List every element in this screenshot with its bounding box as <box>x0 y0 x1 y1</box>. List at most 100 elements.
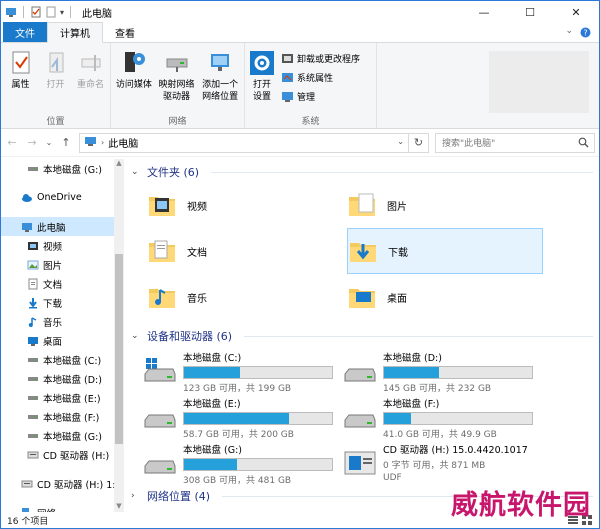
window-title: 此电脑 <box>82 8 113 20</box>
download-icon <box>27 297 39 309</box>
drives-header-label: 设备和驱动器 (6) <box>147 330 233 343</box>
folders-section-header[interactable]: ⌄ 文件夹 (6) <box>131 162 599 182</box>
nav-item-pc[interactable]: 此电脑 <box>1 217 124 236</box>
nav-item-drive[interactable]: 本地磁盘 (E:) <box>1 388 124 407</box>
item-count: 16 个项目 <box>7 516 49 527</box>
collapse-chevron-icon[interactable]: ⌄ <box>131 167 141 177</box>
expand-chevron-icon[interactable]: › <box>131 491 141 501</box>
picture-icon <box>27 259 39 271</box>
folder-label: 文档 <box>187 247 207 259</box>
ribbon-group-network: 访问媒体 映射网络 驱动器 添加一个 网络位置 网络 <box>111 43 245 129</box>
nav-item-label: 本地磁盘 (E:) <box>43 393 101 405</box>
drives-section-header[interactable]: ⌄ 设备和驱动器 (6) <box>131 326 599 346</box>
folder-item[interactable]: 下载 <box>347 228 543 274</box>
cd-drive-icon <box>343 446 377 480</box>
hard-drive-icon <box>343 400 377 434</box>
customize-chevron-icon[interactable]: ▾ <box>60 8 64 17</box>
recent-locations-icon[interactable]: ⌄ <box>45 133 53 153</box>
document-icon <box>27 278 39 290</box>
forward-arrow-icon[interactable]: → <box>25 133 39 153</box>
nav-item-cloud[interactable]: OneDrive <box>1 188 124 207</box>
nav-item-music[interactable]: 音乐 <box>1 312 124 331</box>
folder-item[interactable]: 音乐 <box>147 274 347 320</box>
drive-tile[interactable]: CD 驱动器 (H:) 15.0.4420.1017 0 字节 可用，共 871 … <box>343 438 543 484</box>
nav-scrollbar[interactable]: ▲ ▼ <box>114 159 124 512</box>
tab-file[interactable]: 文件 <box>3 22 47 42</box>
folders-grid: 视频 图片文档 下载 音乐 桌面 <box>147 182 599 320</box>
computer-icon[interactable] <box>5 6 17 18</box>
drive-tile[interactable]: 本地磁盘 (D:) 145 GB 可用，共 232 GB <box>343 346 543 394</box>
system-properties-button[interactable]: 系统属性 <box>281 69 360 85</box>
close-button[interactable]: ✕ <box>553 1 599 23</box>
search-icon <box>578 137 589 151</box>
address-dropdown-icon[interactable]: ⌄ <box>397 137 404 146</box>
desktop-icon <box>27 335 39 347</box>
folder-item[interactable]: 视频 <box>147 182 347 228</box>
folder-label: 桌面 <box>387 293 407 305</box>
scroll-down-icon[interactable]: ▼ <box>114 502 124 512</box>
uninstall-program-button[interactable]: 卸载或更改程序 <box>281 50 360 66</box>
folder-item[interactable]: 图片 <box>347 182 547 228</box>
tab-view[interactable]: 查看 <box>103 22 147 42</box>
drive-name: 本地磁盘 (G:) <box>183 445 242 456</box>
address-box[interactable]: › 此电脑 ⌄ ↻ <box>79 132 429 153</box>
drive-name: 本地磁盘 (D:) <box>383 353 442 364</box>
drive-tile[interactable]: 本地磁盘 (E:) 58.7 GB 可用，共 200 GB <box>143 392 343 440</box>
drive-usage-bar <box>383 412 533 425</box>
nav-item-spacer <box>1 464 124 474</box>
drive-tile[interactable]: 本地磁盘 (G:) 308 GB 可用，共 481 GB <box>143 438 343 486</box>
drive-icon <box>27 430 39 442</box>
rename-label: 重命名 <box>76 80 104 90</box>
tab-computer[interactable]: 计算机 <box>47 22 103 43</box>
properties-icon <box>8 49 34 77</box>
nav-item-cd[interactable]: CD 驱动器 (H:) <box>1 445 124 464</box>
refresh-icon[interactable]: ↻ <box>408 133 428 152</box>
properties-check-icon[interactable] <box>30 6 42 18</box>
drive-usage-bar <box>183 412 333 425</box>
drive-tile[interactable]: 本地磁盘 (F:) 41.0 GB 可用，共 49.9 GB <box>343 392 543 440</box>
scroll-up-icon[interactable]: ▲ <box>114 159 124 169</box>
search-input[interactable]: 搜索"此电脑" <box>435 132 595 153</box>
nav-item-drive[interactable]: 本地磁盘 (G:) <box>1 159 124 178</box>
explorer-window: ▾ 此电脑 — ☐ ✕ 文件 计算机 查看 ⌄ ? 属性 打开 重命名 位置 访… <box>0 0 600 529</box>
drive-usage-bar <box>383 366 533 379</box>
video-icon <box>27 240 39 252</box>
nav-item-spacer <box>1 178 124 188</box>
back-arrow-icon[interactable]: ← <box>5 133 19 153</box>
nav-item-label: 本地磁盘 (F:) <box>43 412 100 424</box>
nav-item-desktop[interactable]: 桌面 <box>1 331 124 350</box>
ribbon-group-system: 打开 设置 卸载或更改程序 系统属性 管理 系统 <box>245 43 377 129</box>
ribbon: 属性 打开 重命名 位置 访问媒体 映射网络 驱动器 添加一个 网络位置 网络 … <box>1 43 599 129</box>
nav-item-drive[interactable]: 本地磁盘 (D:) <box>1 369 124 388</box>
svg-text:?: ? <box>583 29 587 38</box>
folder-item[interactable]: 文档 <box>147 228 347 274</box>
folder-item[interactable]: 桌面 <box>347 274 547 320</box>
new-folder-icon[interactable] <box>45 6 57 18</box>
scroll-thumb[interactable] <box>115 254 123 444</box>
minimize-button[interactable]: — <box>461 1 507 23</box>
nav-item-video[interactable]: 视频 <box>1 236 124 255</box>
nav-item-cd[interactable]: CD 驱动器 (H:) 1: <box>1 474 124 493</box>
nav-item-download[interactable]: 下载 <box>1 293 124 312</box>
drive-tile[interactable]: 本地磁盘 (C:) 123 GB 可用，共 199 GB <box>143 346 343 394</box>
add-location-icon <box>207 49 233 77</box>
access-media-label: 访问媒体 <box>115 80 152 90</box>
collapse-chevron-icon[interactable]: ⌄ <box>131 331 141 341</box>
address-bar-row: ← → ⌄ ↑ › 此电脑 ⌄ ↻ 搜索"此电脑" <box>1 129 599 157</box>
manage-button[interactable]: 管理 <box>281 88 360 104</box>
up-arrow-icon[interactable]: ↑ <box>59 133 73 153</box>
nav-item-drive[interactable]: 本地磁盘 (C:) <box>1 350 124 369</box>
drive-usage-bar <box>183 366 333 379</box>
nav-item-document[interactable]: 文档 <box>1 274 124 293</box>
ribbon-expand-icon[interactable]: ⌄ <box>565 26 573 36</box>
help-icon[interactable]: ? <box>580 27 591 41</box>
nav-item-label: 本地磁盘 (G:) <box>43 164 102 176</box>
nav-item-drive[interactable]: 本地磁盘 (F:) <box>1 407 124 426</box>
nav-item-network[interactable]: 网络 <box>1 503 124 512</box>
nav-item-label: 本地磁盘 (D:) <box>43 374 102 386</box>
breadcrumb-path[interactable]: 此电脑 <box>108 135 138 150</box>
search-placeholder: 搜索"此电脑" <box>442 139 496 149</box>
nav-item-picture[interactable]: 图片 <box>1 255 124 274</box>
maximize-button[interactable]: ☐ <box>507 1 553 23</box>
nav-item-drive[interactable]: 本地磁盘 (G:) <box>1 426 124 445</box>
